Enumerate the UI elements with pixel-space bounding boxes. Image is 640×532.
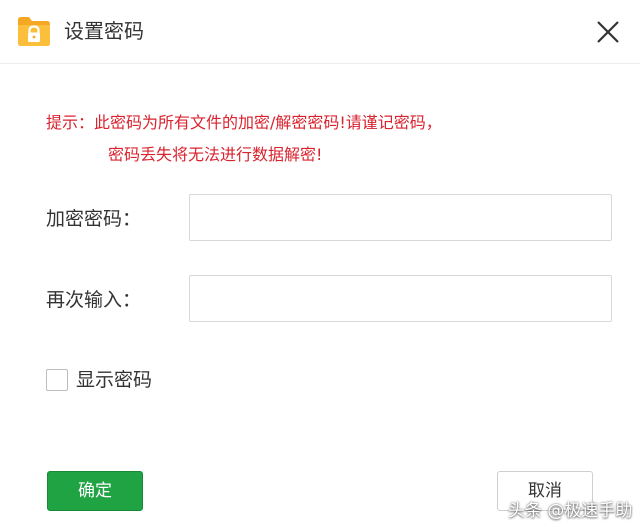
warning-hint-line1: 提示：此密码为所有文件的加密/解密密码!请谨记密码， [46, 113, 442, 132]
confirm-password-input[interactable] [189, 275, 612, 322]
close-icon[interactable] [592, 16, 624, 48]
password-label: 加密密码： [46, 208, 142, 230]
warning-hint-line2: 密码丢失将无法进行数据解密! [108, 145, 323, 164]
folder-lock-icon [18, 17, 50, 46]
show-password-checkbox[interactable] [46, 369, 68, 391]
watermark: 头条 @极速手助 [508, 501, 633, 521]
confirm-password-label: 再次输入： [46, 289, 142, 311]
show-password-label[interactable]: 显示密码 [76, 366, 152, 394]
dialog-titlebar: 设置密码 [0, 0, 640, 64]
ok-button[interactable]: 确定 [47, 471, 143, 511]
password-input[interactable] [189, 194, 612, 241]
dialog-title: 设置密码 [64, 19, 144, 43]
